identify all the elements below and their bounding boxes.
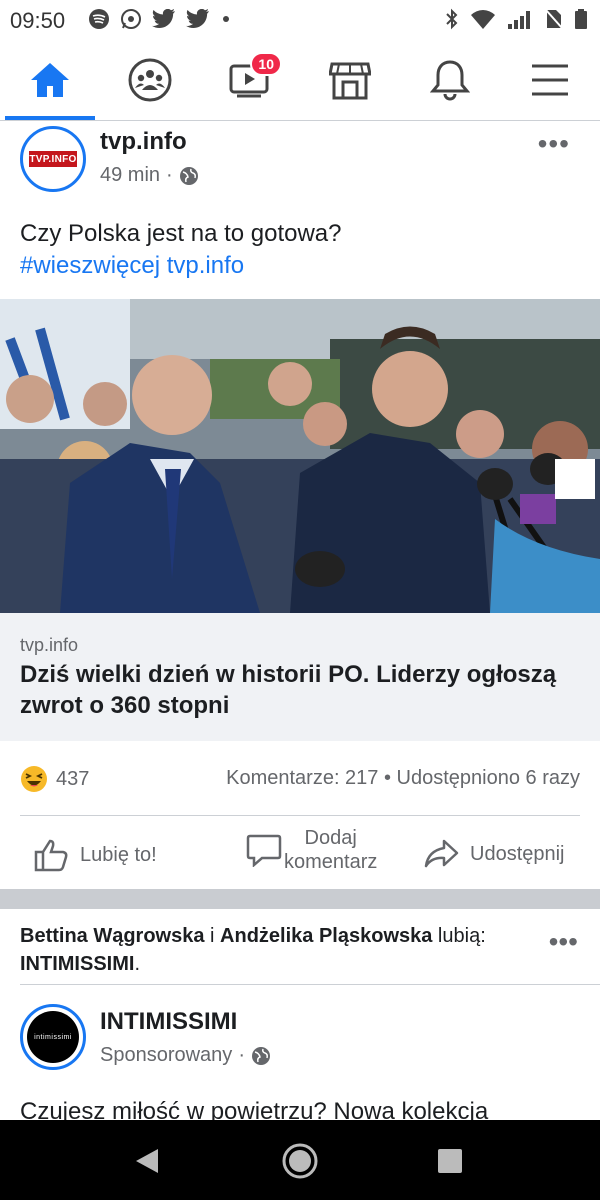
share-button[interactable]: Udostępnij <box>424 838 565 870</box>
nav-menu[interactable] <box>520 54 580 106</box>
back-icon[interactable] <box>134 1147 160 1175</box>
nav-groups[interactable] <box>120 54 180 106</box>
no-sim-icon <box>545 9 563 29</box>
haha-reaction-icon <box>21 766 47 792</box>
hamburger-menu-icon <box>532 64 568 96</box>
link-title: Dziś wielki dzień w historii PO. Liderzy… <box>20 661 557 719</box>
post-options-icon[interactable]: ••• <box>538 128 570 160</box>
press-conference-photo <box>0 299 600 613</box>
notification-icons <box>88 8 232 30</box>
home-button-icon[interactable] <box>281 1142 319 1180</box>
sponsored-label: Sponsorowany <box>100 1044 233 1066</box>
clock: 09:50 <box>10 8 66 33</box>
meta-separator: · <box>166 164 173 186</box>
post-time[interactable]: 49 min <box>100 164 160 187</box>
link-domain: tvp.info <box>20 635 79 655</box>
system-navigation-bar <box>0 1120 600 1200</box>
bell-icon <box>430 60 470 101</box>
comment-label-line1: Dodaj <box>304 827 357 849</box>
friend-name[interactable]: Andżelika Pląskowska <box>220 925 432 947</box>
bluetooth-icon <box>446 8 458 30</box>
dot-icon <box>223 16 229 22</box>
groups-icon <box>128 58 172 102</box>
divider <box>20 984 600 985</box>
ad-meta: Sponsorowany · <box>100 1044 271 1067</box>
friend-name[interactable]: Bettina Wągrowska <box>20 925 204 947</box>
thumbs-up-icon <box>34 839 68 872</box>
watch-notification-badge: 10 <box>250 52 282 76</box>
feed-divider <box>0 889 600 909</box>
comment-icon <box>246 834 282 867</box>
comment-button[interactable]: Dodaj komentarz <box>246 826 377 874</box>
hashtag-link[interactable]: #wieszwięcej <box>20 252 160 279</box>
social-conjunction: i <box>204 925 221 947</box>
post-meta: 49 min · <box>100 164 199 187</box>
comments-shares[interactable]: Komentarze: 217 • Udostępniono 6 razy <box>226 767 580 790</box>
social-context: Bettina Wągrowska i Andżelika Pląskowska… <box>20 922 540 978</box>
twitter-icon <box>152 9 175 29</box>
whatsapp-icon <box>121 9 141 29</box>
comment-label-line2: komentarz <box>284 851 378 873</box>
ad-avatar[interactable]: intimissimi <box>20 1004 86 1070</box>
battery-icon <box>575 9 587 29</box>
share-label: Udostępnij <box>470 842 565 865</box>
active-tab-indicator <box>5 116 95 120</box>
recents-icon[interactable] <box>438 1149 462 1173</box>
liked-page-name[interactable]: INTIMISSIMI <box>20 953 134 975</box>
nav-marketplace[interactable] <box>320 54 380 106</box>
post-image[interactable] <box>0 299 600 613</box>
marketplace-icon <box>329 62 371 100</box>
status-bar: 09:50 <box>0 0 600 40</box>
post-text: Czy Polska jest na to gotowa? #wieszwięc… <box>20 218 342 282</box>
nav-home[interactable] <box>20 54 80 106</box>
social-options-icon[interactable]: ••• <box>549 926 578 958</box>
post-link[interactable]: tvp.info <box>167 252 244 279</box>
share-icon <box>424 839 459 868</box>
like-button[interactable]: Lubię to! <box>34 838 157 872</box>
system-icons <box>444 8 588 30</box>
globe-icon <box>179 166 198 185</box>
signal-icon <box>508 11 530 29</box>
post-actions: Lubię to! Dodaj komentarz Udostępnij <box>20 815 580 890</box>
tvp-info-logo: TVP.INFO <box>29 151 77 167</box>
globe-icon <box>251 1046 270 1065</box>
wifi-icon <box>471 10 495 29</box>
page-name[interactable]: tvp.info <box>100 128 187 156</box>
intimissimi-logo: intimissimi <box>27 1011 79 1063</box>
reactions[interactable]: 437 <box>20 765 89 793</box>
nav-notifications[interactable] <box>420 54 480 106</box>
comment-label: Dodaj komentarz <box>284 826 377 874</box>
ad-page-name[interactable]: INTIMISSIMI <box>100 1008 237 1036</box>
twitter-icon <box>186 9 209 29</box>
nav-watch[interactable]: 10 <box>220 52 282 106</box>
spotify-icon <box>89 9 109 29</box>
post-links-line: #wieszwięcej tvp.info <box>20 250 342 282</box>
post-text-line: Czy Polska jest na to gotowa? <box>20 220 342 247</box>
social-period: . <box>134 953 141 975</box>
meta-separator: · <box>238 1044 245 1066</box>
like-label: Lubię to! <box>80 843 157 866</box>
reaction-count: 437 <box>56 767 90 790</box>
social-verb: lubią: <box>432 925 486 947</box>
page-avatar[interactable]: TVP.INFO <box>20 126 86 192</box>
post-stats: 437 Komentarze: 217 • Udostępniono 6 raz… <box>0 741 600 815</box>
link-preview-card[interactable]: tvp.info Dziś wielki dzień w historii PO… <box>0 613 600 741</box>
top-nav-bar: 10 <box>0 40 600 121</box>
home-icon <box>31 63 69 97</box>
